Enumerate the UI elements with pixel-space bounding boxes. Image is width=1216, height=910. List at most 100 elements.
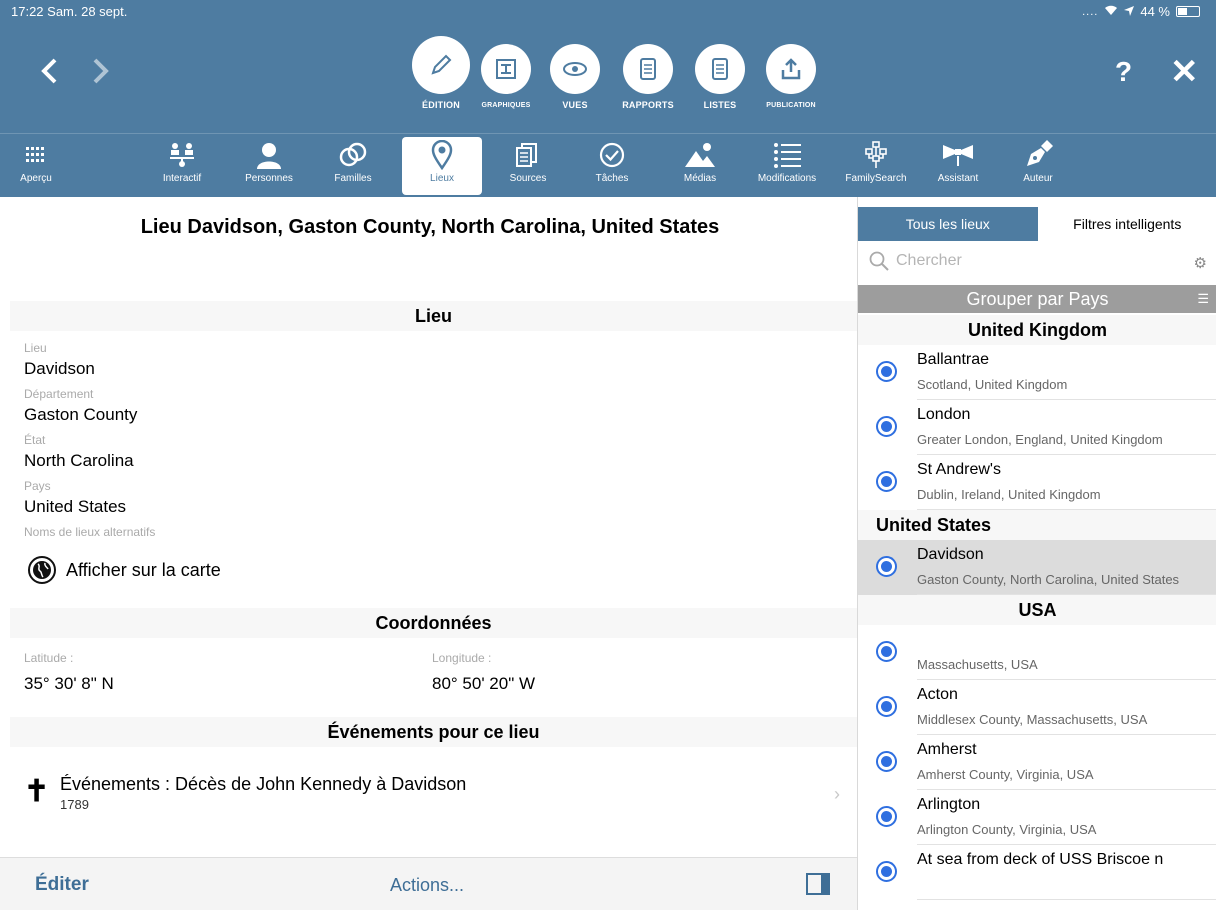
tab-label: Lieux [430,173,454,184]
search-input[interactable] [896,252,1176,270]
tab-sources[interactable]: Sources [496,137,560,195]
mode-label: GRAPHIQUES [481,102,531,109]
forward-button[interactable] [92,56,110,90]
list-filter-segmented-control: Tous les lieux Filtres intelligents [858,207,1216,241]
globe-inner [881,476,892,487]
place-subtitle: Massachusetts, USA [917,657,1038,672]
mode-listes-button[interactable]: LISTES [682,44,758,110]
close-button[interactable]: ✕ [1170,52,1199,92]
tab-label: Aperçu [20,173,52,184]
show-on-map-link[interactable]: Afficher sur la carte [28,556,221,584]
event-row[interactable]: ✝ Événements : Décès de John Kennedy à D… [20,770,850,826]
mode-label: LISTES [703,100,737,110]
sources-icon [496,137,560,173]
place-name: At sea from deck of USS Briscoe n [917,851,1164,868]
status-time: 17:22 Sam. 28 sept. [11,4,128,19]
all-places-segment[interactable]: Tous les lieux [858,207,1038,241]
place-list-item[interactable]: At sea from deck of USS Briscoe n [858,845,1216,900]
globe-inner [881,646,892,657]
status-bar: 17:22 Sam. 28 sept. .... 44 % [0,0,1216,22]
place-subtitle: Middlesex County, Massachusetts, USA [917,712,1148,727]
place-list-item[interactable]: Acton Middlesex County, Massachusetts, US… [858,680,1216,735]
place-list-item[interactable]: Arlington Arlington County, Virginia, USA [858,790,1216,845]
back-button[interactable] [40,56,58,90]
bottom-toolbar: Éditer Actions... [0,857,857,910]
field-value-country[interactable]: United States [24,497,126,517]
place-subtitle: Greater London, England, United Kingdom [917,432,1163,447]
edit-button[interactable]: Éditer [35,874,89,896]
tab-medias[interactable]: Médias [670,137,730,195]
sort-icon[interactable]: ☰ [1197,285,1209,313]
list-document-icon [695,44,745,94]
globe-inner [881,866,892,877]
battery-fill [1178,8,1187,15]
help-button[interactable]: ? [1115,56,1132,88]
place-list-item[interactable]: Ballantrae Scotland, United Kingdom [858,345,1216,400]
globe-inner [881,811,892,822]
group-header: United States [858,510,1216,540]
rings-icon [320,137,386,173]
checkmark-icon [580,137,644,173]
mode-rapports-button[interactable]: RAPPORTS [610,44,686,110]
globe-icon [28,556,56,584]
place-name: Arlington [917,796,981,813]
globe-icon [876,806,897,827]
longitude-value[interactable]: 80° 50' 20" W [432,674,535,694]
globe-inner [881,561,892,572]
latitude-value[interactable]: 35° 30' 8" N [24,674,114,694]
actions-button[interactable]: Actions... [390,875,464,896]
mode-label: RAPPORTS [622,100,674,110]
globe-icon [876,471,897,492]
top-toolbar: 17:22 Sam. 28 sept. .... 44 % ÉDITION GR… [0,0,1216,133]
field-value-state[interactable]: North Carolina [24,451,134,471]
smart-filters-segment[interactable]: Filtres intelligents [1037,207,1216,241]
group-by-bar[interactable]: Grouper par Pays ☰ [858,285,1216,313]
tab-label: Assistant [937,173,979,184]
field-value-county[interactable]: Gaston County [24,405,137,425]
place-name: St Andrew's [917,461,1001,478]
globe-icon [876,751,897,772]
place-list-item[interactable]: Davidson Gaston County, North Carolina, U… [858,540,1216,595]
field-value-place[interactable]: Davidson [24,359,95,379]
place-subtitle: Arlington County, Virginia, USA [917,822,1097,837]
tab-taches[interactable]: Tâches [580,137,644,195]
place-name: Ballantrae [917,351,990,368]
tab-personnes[interactable]: Personnes [234,137,304,195]
place-name: Davidson [917,546,984,563]
place-list-item[interactable]: London Greater London, England, United Ki… [858,400,1216,455]
field-label-country: Pays [24,479,51,493]
globe-inner [881,701,892,712]
location-arrow-icon [1124,4,1135,19]
tab-interactif[interactable]: Interactif [150,137,214,195]
globe-inner [881,756,892,767]
tab-lieux[interactable]: Lieux [402,137,482,195]
longitude-label: Longitude : [432,651,492,665]
tab-label: Personnes [245,173,293,184]
tab-familysearch[interactable]: FamilySearch [836,137,916,195]
grid-icon [6,137,66,173]
familysearch-icon [836,137,916,173]
tab-apercu[interactable]: Aperçu [6,137,66,195]
tab-familles[interactable]: Familles [320,137,386,195]
mode-vues-button[interactable]: VUES [537,44,613,110]
tab-label: FamilySearch [845,173,907,184]
mode-publication-button[interactable]: PUBLICATION [753,44,829,109]
search-icon [868,250,890,277]
place-list-item[interactable]: St Andrew's Dublin, Ireland, United Kingd… [858,455,1216,510]
tab-label: Modifications [757,173,817,184]
places-list-pane: Tous les lieux Filtres intelligents ⚙ Gr… [857,197,1216,910]
sidebar-toggle-icon[interactable] [806,873,830,895]
alt-names-label[interactable]: Noms de lieux alternatifs [24,525,155,539]
person-icon [234,137,304,173]
place-list-item[interactable]: Massachusetts, USA [858,625,1216,680]
tab-assistant[interactable]: Assistant [926,137,990,195]
tab-modifications[interactable]: Modifications [746,137,828,195]
mode-graphiques-button[interactable]: GRAPHIQUES [468,44,544,109]
tab-auteur[interactable]: Auteur [1010,137,1066,195]
tab-label: Tâches [595,173,629,184]
eye-icon [550,44,600,94]
tab-label: Auteur [1023,173,1053,184]
place-list-item[interactable]: Amherst Amherst County, Virginia, USA [858,735,1216,790]
bowtie-icon [926,137,990,173]
gear-icon[interactable]: ⚙ [1194,254,1207,272]
